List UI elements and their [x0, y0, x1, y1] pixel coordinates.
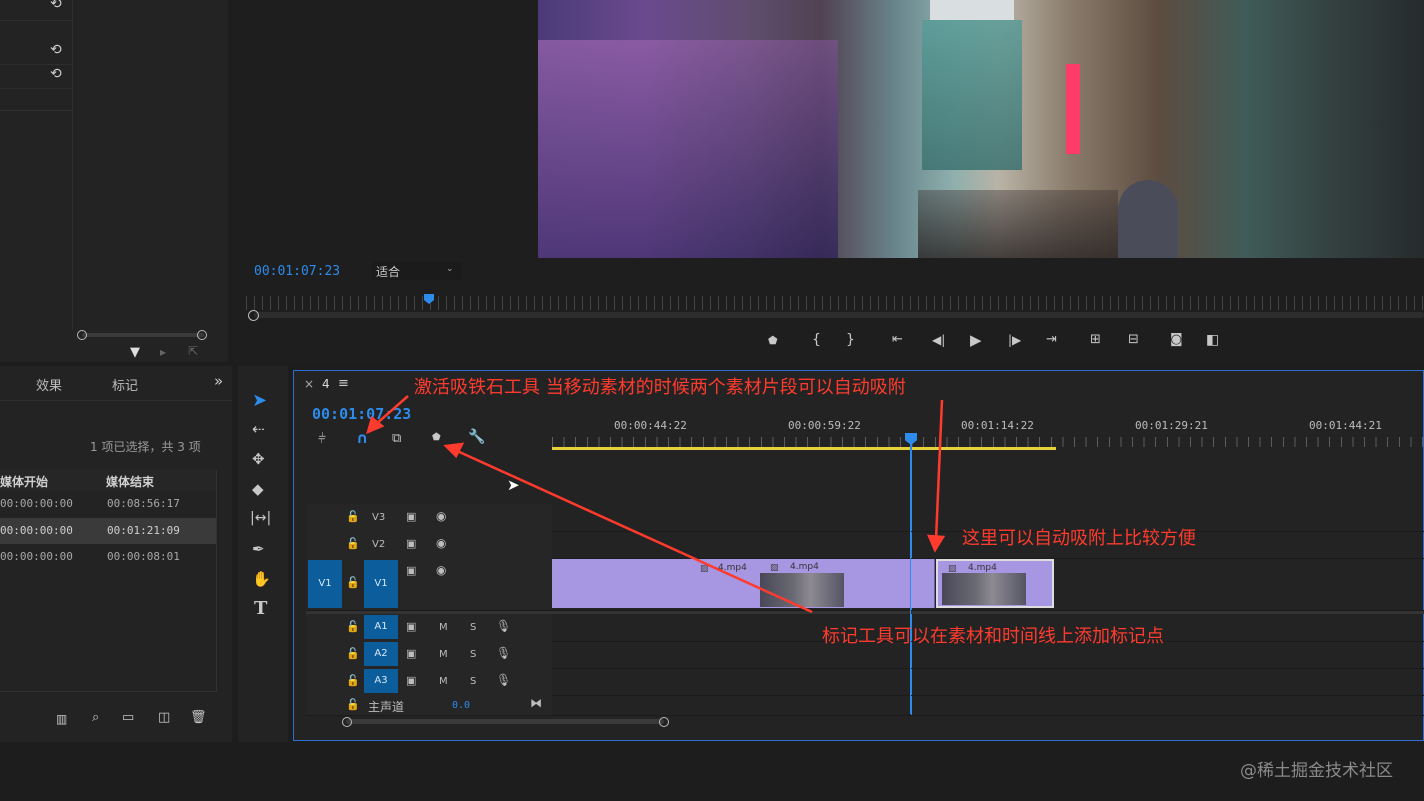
annotation-snap: 这里可以自动吸附上比较方便: [962, 528, 1196, 549]
annotation-arrowhead: [927, 534, 946, 553]
annotation-arrow: [934, 399, 944, 541]
annotation-magnet: 激活吸铁石工具 当移动素材的时候两个素材片段可以自动吸附: [414, 377, 906, 398]
annotation-arrows: [366, 395, 946, 614]
annotation-arrow: [374, 395, 409, 426]
annotation-arrow: [454, 448, 813, 614]
watermark: @稀土掘金技术社区: [1240, 761, 1393, 781]
annotation-arrowhead: [443, 442, 465, 459]
annotation-marker: 标记工具可以在素材和时间线上添加标记点: [822, 626, 1164, 647]
